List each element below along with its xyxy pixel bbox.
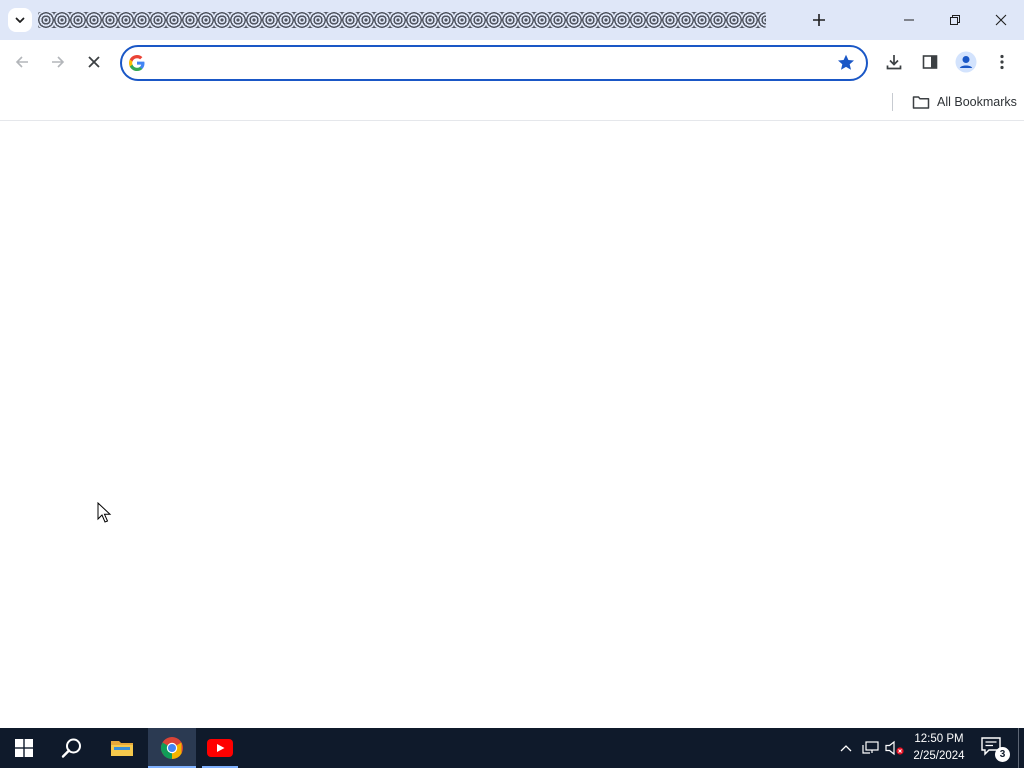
folder-icon (111, 741, 133, 756)
plus-icon (813, 14, 825, 26)
close-icon (88, 56, 100, 68)
all-bookmarks-label: All Bookmarks (937, 95, 1017, 109)
omnibox-input[interactable] (156, 51, 800, 77)
browser-toolbar (0, 40, 1024, 84)
bookmarks-separator (892, 93, 893, 111)
stop-loading-button[interactable] (80, 48, 108, 76)
new-tab-button[interactable] (806, 8, 832, 32)
taskbar-youtube[interactable] (196, 728, 244, 768)
taskbar-search-button[interactable] (48, 728, 96, 768)
taskbar-chrome[interactable] (148, 728, 196, 768)
network-icon (862, 741, 879, 754)
google-g-icon (129, 55, 145, 71)
mouse-cursor-icon (97, 502, 112, 523)
tray-network-button[interactable] (861, 738, 881, 758)
show-desktop-button[interactable] (1018, 728, 1019, 768)
clock-date: 2/25/2024 (913, 750, 965, 762)
taskbar: 12:50 PM 2/25/2024 3 (0, 728, 1024, 768)
search-icon (61, 738, 81, 758)
main-menu-button[interactable] (988, 48, 1016, 76)
volume-muted-icon (885, 740, 904, 756)
clock-time: 12:50 PM (914, 733, 964, 745)
taskbar-file-explorer[interactable] (98, 728, 146, 768)
bookmarks-bar: All Bookmarks (0, 84, 1024, 121)
minimize-icon (904, 19, 914, 21)
forward-button[interactable] (44, 48, 72, 76)
address-bar[interactable] (120, 45, 868, 81)
page-content[interactable] (0, 121, 1024, 728)
person-icon (955, 51, 977, 73)
taskbar-clock[interactable]: 12:50 PM 2/25/2024 (906, 731, 972, 765)
close-icon (995, 14, 1007, 26)
windows-logo-icon (15, 739, 33, 757)
tab-search-button[interactable] (8, 8, 32, 32)
tab-strip[interactable] (38, 12, 766, 28)
title-bar (0, 0, 1024, 40)
tray-volume-button[interactable] (885, 738, 905, 758)
side-panel-icon (922, 55, 938, 69)
star-icon[interactable] (836, 53, 856, 73)
folder-icon (912, 96, 930, 109)
downloads-button[interactable] (880, 48, 908, 76)
chrome-icon (161, 737, 183, 759)
chevron-down-icon (15, 17, 25, 23)
close-window-button[interactable] (978, 0, 1024, 40)
download-icon (886, 55, 902, 70)
tray-show-hidden-button[interactable] (836, 738, 856, 758)
restore-button[interactable] (932, 0, 978, 40)
minimize-button[interactable] (886, 0, 932, 40)
notification-count-badge: 3 (995, 747, 1010, 762)
restore-icon (950, 15, 960, 25)
start-button[interactable] (0, 728, 48, 768)
action-center-button[interactable]: 3 (980, 736, 1010, 762)
kebab-menu-icon (1000, 54, 1004, 70)
arrow-left-icon (15, 56, 28, 68)
youtube-icon (207, 739, 233, 757)
profile-button[interactable] (952, 48, 980, 76)
arrow-right-icon (52, 56, 65, 68)
back-button[interactable] (8, 48, 36, 76)
side-panel-button[interactable] (916, 48, 944, 76)
all-bookmarks-button[interactable]: All Bookmarks (906, 90, 1023, 114)
chevron-up-icon (840, 745, 852, 752)
